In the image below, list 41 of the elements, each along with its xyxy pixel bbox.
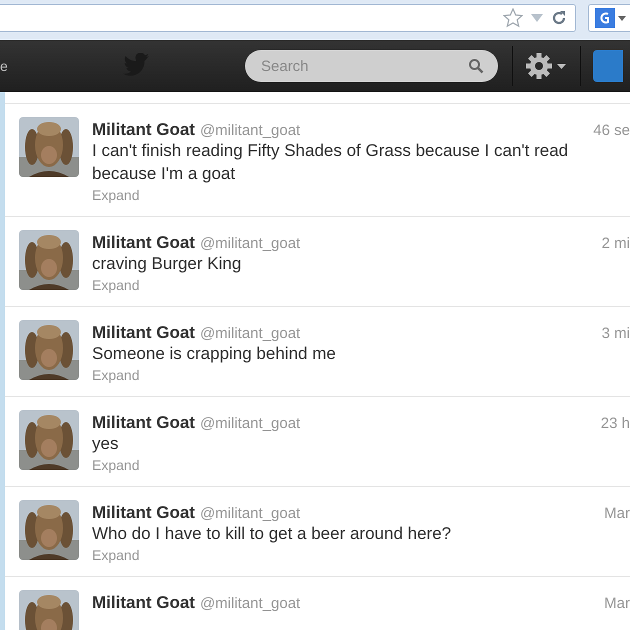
tweet-text: yes <box>92 433 120 455</box>
user-handle[interactable]: @militant_goat <box>200 120 300 142</box>
tweet-time[interactable]: 2 mi <box>602 233 630 256</box>
tweet-time[interactable]: 23 h <box>600 413 630 436</box>
user-handle[interactable]: @militant_goat <box>200 413 300 436</box>
user-handle[interactable]: @militant_goat <box>200 503 300 526</box>
search-icon[interactable] <box>468 58 484 74</box>
user-name[interactable]: Militant Goat <box>92 500 195 526</box>
tweet-time[interactable]: Mar <box>604 593 630 616</box>
tweet-time[interactable]: Mar <box>604 503 630 526</box>
settings-button[interactable] <box>525 52 566 80</box>
expand-link[interactable]: Expand <box>92 185 140 205</box>
google-icon <box>595 8 615 28</box>
caret-icon <box>618 16 626 20</box>
user-name[interactable]: Militant Goat <box>92 590 195 616</box>
nav-link[interactable]: e <box>0 56 120 76</box>
search-engine-button[interactable] <box>588 4 630 32</box>
caret-icon <box>557 64 566 68</box>
dropdown-icon[interactable] <box>531 14 543 22</box>
search-field[interactable]: Search <box>245 50 498 82</box>
reload-icon[interactable] <box>551 10 567 26</box>
user-name[interactable]: Militant Goat <box>92 117 195 142</box>
star-icon[interactable] <box>503 8 523 28</box>
expand-link[interactable]: Expand <box>92 545 140 565</box>
user-name[interactable]: Militant Goat <box>92 230 195 256</box>
settings-icon <box>525 52 553 80</box>
tweet-text: Someone is crapping behind me <box>92 343 337 365</box>
tweet-time[interactable]: 3 mi <box>602 323 630 346</box>
user-name[interactable]: Militant Goat <box>92 320 195 346</box>
user-handle[interactable]: @militant_goat <box>200 593 300 616</box>
user-handle[interactable]: @militant_goat <box>200 233 300 256</box>
user-name[interactable]: Militant Goat <box>92 410 195 436</box>
expand-link[interactable]: Expand <box>92 275 140 295</box>
tweet-time[interactable]: 46 se <box>593 120 630 142</box>
tweet-text: I can't finish reading Fifty Shades of Grass because I can't read because I'm a goat <box>92 140 570 185</box>
user-handle[interactable]: @militant_goat <box>200 323 300 346</box>
address-bar[interactable] <box>0 4 576 32</box>
expand-link[interactable]: Expand <box>92 365 140 385</box>
tweet-text: Who do I have to kill to get a beer around here? <box>92 523 452 545</box>
expand-link[interactable]: Expand <box>92 455 140 475</box>
tweet-text: craving Burger King <box>92 253 242 275</box>
